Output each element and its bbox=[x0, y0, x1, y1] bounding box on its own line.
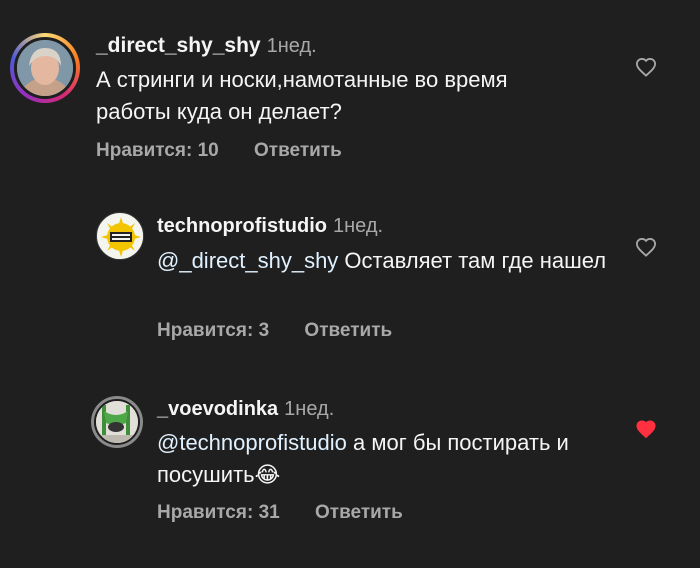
likes-count[interactable]: Нравится: 31 bbox=[157, 502, 280, 524]
comment-text: @technoprofistudio а мог бы постирать и … bbox=[157, 427, 607, 491]
avatar[interactable] bbox=[94, 399, 140, 445]
avatar-photo-icon bbox=[17, 40, 73, 96]
username-link[interactable]: _voevodinka bbox=[157, 398, 278, 420]
heart-outline-icon[interactable] bbox=[635, 57, 657, 77]
comment-body: Оставляет там где нашел bbox=[338, 248, 607, 273]
logo-icon bbox=[98, 214, 143, 259]
comment-meta: Нравится: 10 Ответить bbox=[96, 140, 342, 162]
laughing-emoji-icon: 😂 bbox=[254, 462, 281, 487]
comment-username[interactable]: _voevodinka 1нед. bbox=[157, 398, 334, 421]
comment-meta: Нравится: 3 Ответить bbox=[157, 320, 392, 342]
mention-link[interactable]: @technoprofistudio bbox=[157, 430, 347, 455]
avatar[interactable] bbox=[96, 212, 144, 260]
likes-count[interactable]: Нравится: 3 bbox=[157, 320, 269, 342]
avatar-photo-icon bbox=[96, 401, 138, 443]
comment-username[interactable]: technoprofistudio 1нед. bbox=[157, 215, 383, 238]
avatar[interactable] bbox=[14, 37, 76, 99]
likes-count[interactable]: Нравится: 10 bbox=[96, 140, 219, 162]
username-link[interactable]: technoprofistudio bbox=[157, 215, 327, 237]
heart-filled-icon[interactable] bbox=[635, 419, 657, 439]
reply-button[interactable]: Ответить bbox=[315, 502, 403, 524]
comment-username[interactable]: _direct_shy_shy 1нед. bbox=[96, 34, 317, 58]
username-link[interactable]: _direct_shy_shy bbox=[96, 34, 261, 57]
comment-time: 1нед. bbox=[332, 215, 384, 237]
mention-link[interactable]: @_direct_shy_shy bbox=[157, 248, 338, 273]
comment-text: А стринги и носки,намотанные во время ра… bbox=[96, 67, 508, 124]
comment-text: @_direct_shy_shy Оставляет там где нашел bbox=[157, 245, 607, 277]
heart-outline-icon[interactable] bbox=[635, 237, 657, 257]
reply-button[interactable]: Ответить bbox=[254, 140, 342, 162]
comment-time: 1нед. bbox=[284, 398, 335, 420]
reply-button[interactable]: Ответить bbox=[304, 320, 392, 342]
comment-meta: Нравится: 31 Ответить bbox=[157, 502, 403, 524]
comment-time: 1нед. bbox=[266, 35, 317, 57]
